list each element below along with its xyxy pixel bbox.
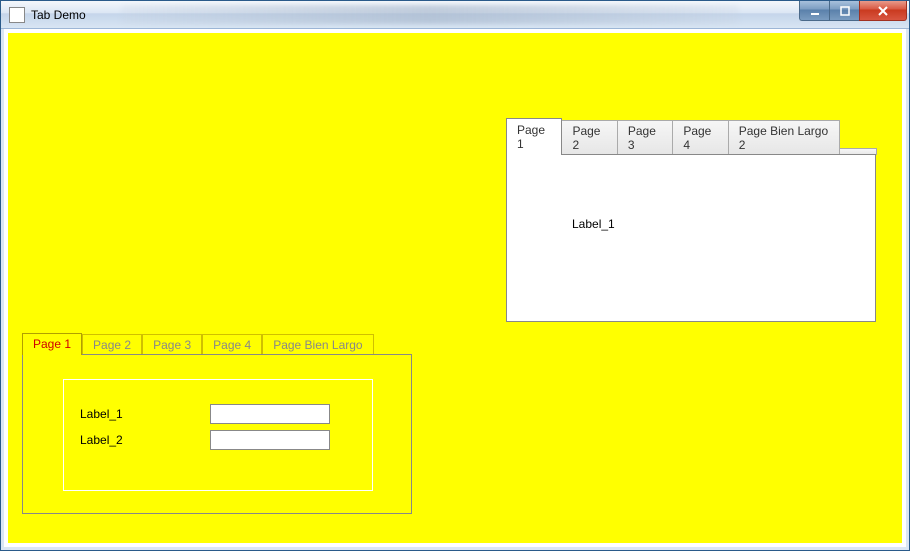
label-2-yellow: Label_2 xyxy=(80,433,210,447)
tab-page-3-white[interactable]: Page 3 xyxy=(617,120,673,155)
tab-page-bien-largo-yellow[interactable]: Page Bien Largo xyxy=(262,334,373,355)
maximize-icon xyxy=(840,6,850,16)
tab-page-2-yellow[interactable]: Page 2 xyxy=(82,334,142,355)
close-button[interactable] xyxy=(859,1,907,21)
tab-page-3-yellow[interactable]: Page 3 xyxy=(142,334,202,355)
window-title: Tab Demo xyxy=(31,8,86,22)
tab-label: Page 1 xyxy=(33,337,71,351)
tab-label: Page 2 xyxy=(93,338,131,352)
label-1-white: Label_1 xyxy=(572,217,615,231)
inner-frame: Label_1 Label_2 xyxy=(63,379,373,491)
tab-label: Page 4 xyxy=(683,124,711,152)
tab-page-bien-largo-2-white[interactable]: Page Bien Largo 2 xyxy=(728,120,840,155)
window-controls xyxy=(799,1,907,21)
minimize-button[interactable] xyxy=(799,1,829,21)
tab-label: Page 2 xyxy=(572,124,600,152)
tab-label: Page 3 xyxy=(628,124,656,152)
tab-label: Page 1 xyxy=(517,123,545,151)
tab-label: Page 3 xyxy=(153,338,191,352)
tab-label: Page Bien Largo xyxy=(273,338,362,352)
titlebar-blur xyxy=(121,5,739,24)
tab-label: Page Bien Largo 2 xyxy=(739,124,828,152)
tab-page-4-yellow[interactable]: Page 4 xyxy=(202,334,262,355)
form-row-2: Label_2 xyxy=(80,430,356,450)
label-1-yellow: Label_1 xyxy=(80,407,210,421)
tabgroup-yellow: Page 1 Page 2 Page 3 Page 4 Page Bien La… xyxy=(22,333,412,514)
titlebar[interactable]: Tab Demo xyxy=(1,1,909,29)
tabcontent-white: Label_1 xyxy=(506,154,876,322)
minimize-icon xyxy=(810,6,820,16)
maximize-button[interactable] xyxy=(829,1,859,21)
app-icon xyxy=(9,7,25,23)
tab-label: Page 4 xyxy=(213,338,251,352)
tab-page-1-white[interactable]: Page 1 xyxy=(506,118,562,155)
tab-page-4-white[interactable]: Page 4 xyxy=(672,120,728,155)
input-1-yellow[interactable] xyxy=(210,404,330,424)
tab-page-2-white[interactable]: Page 2 xyxy=(561,120,617,155)
client-area: Page 1 Page 2 Page 3 Page 4 Page Bien La… xyxy=(1,29,909,550)
tabstrip-white: Page 1 Page 2 Page 3 Page 4 Page Bien La… xyxy=(506,133,876,155)
tabgroup-white: Page 1 Page 2 Page 3 Page 4 Page Bien La… xyxy=(506,133,876,322)
tabstrip-yellow: Page 1 Page 2 Page 3 Page 4 Page Bien La… xyxy=(22,333,412,355)
canvas: Page 1 Page 2 Page 3 Page 4 Page Bien La… xyxy=(8,33,902,543)
window: Tab Demo Page 1 Page 2 Page 3 Page 4 xyxy=(0,0,910,551)
tab-page-1-yellow[interactable]: Page 1 xyxy=(22,333,82,355)
tabcontent-yellow: Label_1 Label_2 xyxy=(22,354,412,514)
form-row-1: Label_1 xyxy=(80,404,356,424)
close-icon xyxy=(877,6,889,16)
input-2-yellow[interactable] xyxy=(210,430,330,450)
